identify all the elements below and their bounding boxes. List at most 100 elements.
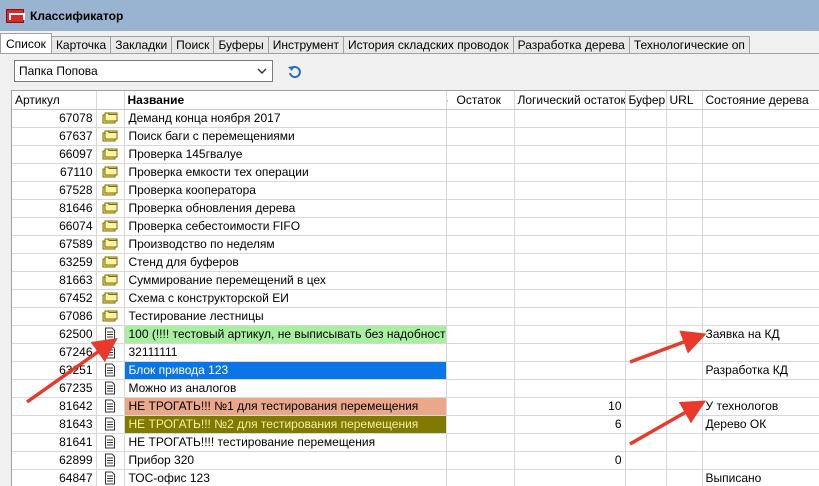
tab-0[interactable]: Список — [0, 33, 52, 53]
cell-logical-stock[interactable] — [514, 325, 626, 344]
cell-tree-state[interactable] — [702, 253, 819, 272]
table-row[interactable]: 62500 100 (!!!! тестовый артикул, не выпи… — [12, 325, 819, 344]
cell-logical-stock[interactable] — [514, 145, 626, 164]
cell-logical-stock[interactable] — [514, 109, 626, 128]
table-row[interactable]: 62899 Прибор 320 0 — [12, 451, 819, 470]
cell-logical-stock[interactable] — [514, 127, 626, 146]
cell-tree-state[interactable] — [702, 307, 819, 326]
cell-article[interactable]: 67110 — [12, 163, 97, 182]
tab-8[interactable]: Технологические оп — [628, 36, 750, 53]
cell-article[interactable]: 81641 — [12, 433, 97, 452]
cell-url[interactable] — [666, 343, 703, 362]
table-row[interactable]: 81642 НЕ ТРОГАТЬ!!! №1 для тестирования п… — [12, 397, 819, 416]
cell-url[interactable] — [666, 415, 703, 434]
tab-3[interactable]: Поиск — [171, 36, 215, 53]
cell-buffer[interactable] — [625, 217, 667, 236]
cell-tree-state[interactable]: Выписано — [702, 469, 819, 486]
cell-logical-stock[interactable] — [514, 307, 626, 326]
tab-4[interactable]: Буферы — [213, 36, 269, 53]
column-header-name[interactable]: Название — [124, 91, 447, 110]
cell-article[interactable]: 67246 — [12, 343, 97, 362]
cell-tree-state[interactable] — [702, 217, 819, 236]
cell-article[interactable]: 67452 — [12, 289, 97, 308]
cell-stock[interactable] — [446, 397, 515, 416]
cell-logical-stock[interactable]: 10 — [514, 397, 626, 416]
cell-logical-stock[interactable] — [514, 289, 626, 308]
cell-url[interactable] — [666, 253, 703, 272]
cell-name[interactable]: НЕ ТРОГАТЬ!!! №1 для тестирования переме… — [124, 397, 447, 416]
cell-buffer[interactable] — [625, 163, 667, 182]
cell-stock[interactable] — [446, 145, 515, 164]
cell-logical-stock[interactable] — [514, 235, 626, 254]
cell-stock[interactable] — [446, 127, 515, 146]
cell-stock[interactable] — [446, 181, 515, 200]
cell-buffer[interactable] — [625, 253, 667, 272]
table-row[interactable]: 67637 Поиск баги с перемещениями — [12, 127, 819, 146]
refresh-icon[interactable] — [286, 64, 304, 80]
cell-url[interactable] — [666, 289, 703, 308]
cell-logical-stock[interactable] — [514, 163, 626, 182]
cell-stock[interactable] — [446, 253, 515, 272]
cell-name[interactable]: Производство по неделям — [124, 235, 447, 254]
cell-url[interactable] — [666, 181, 703, 200]
cell-logical-stock[interactable] — [514, 199, 626, 218]
cell-url[interactable] — [666, 217, 703, 236]
cell-buffer[interactable] — [625, 181, 667, 200]
cell-url[interactable] — [666, 361, 703, 380]
cell-buffer[interactable] — [625, 397, 667, 416]
tab-1[interactable]: Карточка — [50, 36, 112, 53]
cell-buffer[interactable] — [625, 199, 667, 218]
cell-article[interactable]: 63259 — [12, 253, 97, 272]
cell-article[interactable]: 63251 — [12, 361, 97, 380]
cell-buffer[interactable] — [625, 469, 667, 486]
cell-tree-state[interactable] — [702, 145, 819, 164]
cell-buffer[interactable] — [625, 379, 667, 398]
table-row[interactable]: 63259 Стенд для буферов — [12, 253, 819, 272]
cell-name[interactable]: Деманд конца ноября 2017 — [124, 109, 447, 128]
cell-stock[interactable] — [446, 235, 515, 254]
cell-name[interactable]: Проверка кооператора — [124, 181, 447, 200]
cell-tree-state[interactable]: Разработка КД — [702, 361, 819, 380]
cell-name[interactable]: Проверка емкости тех операции — [124, 163, 447, 182]
cell-url[interactable] — [666, 271, 703, 290]
cell-buffer[interactable] — [625, 271, 667, 290]
cell-article[interactable]: 67235 — [12, 379, 97, 398]
cell-buffer[interactable] — [625, 235, 667, 254]
cell-url[interactable] — [666, 379, 703, 398]
cell-stock[interactable] — [446, 199, 515, 218]
table-row[interactable]: 66097 Проверка 145гвалуе — [12, 145, 819, 164]
cell-article[interactable]: 81642 — [12, 397, 97, 416]
cell-tree-state[interactable]: У технологов — [702, 397, 819, 416]
cell-name[interactable]: Блок привода 123 — [124, 361, 447, 380]
cell-buffer[interactable] — [625, 343, 667, 362]
cell-logical-stock[interactable] — [514, 433, 626, 452]
cell-tree-state[interactable] — [702, 235, 819, 254]
cell-url[interactable] — [666, 109, 703, 128]
cell-buffer[interactable] — [625, 433, 667, 452]
tab-6[interactable]: История складских проводок — [342, 36, 514, 53]
table-row[interactable]: 66074 Проверка себестоимости FIFO — [12, 217, 819, 236]
cell-name[interactable]: Проверка обновления дерева — [124, 199, 447, 218]
cell-name[interactable]: ТОС-офис 123 — [124, 469, 447, 486]
cell-buffer[interactable] — [625, 289, 667, 308]
cell-article[interactable]: 81646 — [12, 199, 97, 218]
cell-name[interactable]: НЕ ТРОГАТЬ!!!! тестирование перемещения — [124, 433, 447, 452]
cell-url[interactable] — [666, 469, 703, 486]
cell-tree-state[interactable]: Дерево ОК — [702, 415, 819, 434]
cell-article[interactable]: 67528 — [12, 181, 97, 200]
cell-name[interactable]: НЕ ТРОГАТЬ!!! №2 для тестирования переме… — [124, 415, 447, 434]
cell-logical-stock[interactable] — [514, 379, 626, 398]
table-row[interactable]: 67086 Тестирование лестницы — [12, 307, 819, 326]
cell-logical-stock[interactable] — [514, 217, 626, 236]
cell-buffer[interactable] — [625, 145, 667, 164]
cell-logical-stock[interactable]: 0 — [514, 451, 626, 470]
cell-name[interactable]: Схема с конструкторской ЕИ — [124, 289, 447, 308]
tab-7[interactable]: Разработка дерева — [512, 36, 630, 53]
table-row[interactable]: 81663 Суммирование перемещений в цех — [12, 271, 819, 290]
cell-buffer[interactable] — [625, 307, 667, 326]
cell-article[interactable]: 66097 — [12, 145, 97, 164]
cell-tree-state[interactable] — [702, 271, 819, 290]
cell-name[interactable]: Суммирование перемещений в цех — [124, 271, 447, 290]
cell-stock[interactable] — [446, 163, 515, 182]
table-row[interactable]: 67110 Проверка емкости тех операции — [12, 163, 819, 182]
